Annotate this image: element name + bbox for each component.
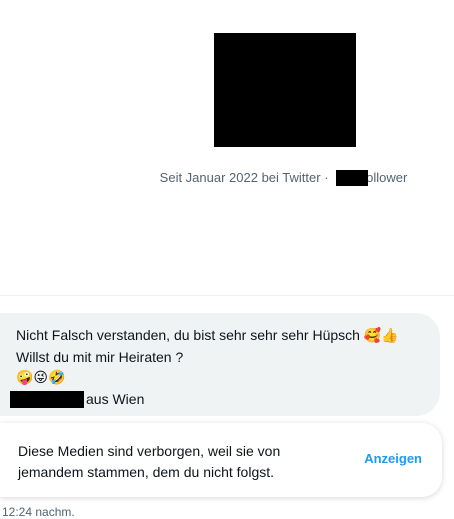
followers-suffix: ollower (366, 170, 408, 185)
divider (0, 295, 454, 296)
message-line-2: Willst du mit mir Heiraten ? (16, 349, 184, 365)
message-signature: aus Wien (10, 389, 426, 410)
signature-suffix: aus Wien (86, 391, 145, 407)
follower-count-redacted (336, 169, 369, 186)
message-timestamp: 12:24 nachm. (2, 505, 75, 519)
profile-avatar-redacted[interactable] (214, 33, 356, 147)
message-text-1: Nicht Falsch verstanden, du bist sehr se… (16, 327, 364, 343)
hidden-media-card: Diese Medien sind verborgen, weil sie vo… (0, 423, 442, 497)
message-emojis-3: 🤪😜🤣 (16, 370, 66, 386)
profile-meta: Seit Januar 2022 bei Twitter · ollower (0, 169, 454, 187)
show-media-button[interactable]: Anzeigen (364, 451, 422, 466)
sender-name-redacted (10, 390, 84, 408)
joined-text: Seit Januar 2022 bei Twitter · (159, 170, 333, 185)
message-bubble[interactable]: Nicht Falsch verstanden, du bist sehr se… (0, 313, 440, 416)
message-emojis-1: 🥰👍 (363, 328, 399, 344)
hidden-media-text: Diese Medien sind verborgen, weil sie vo… (18, 443, 281, 480)
message-line-1: Nicht Falsch verstanden, du bist sehr se… (16, 325, 426, 347)
